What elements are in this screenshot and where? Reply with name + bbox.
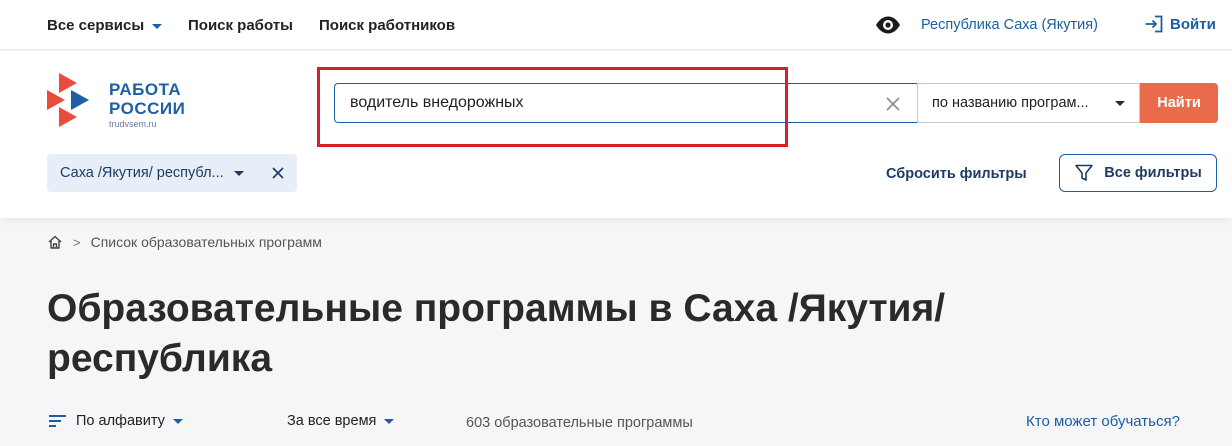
job-search-link[interactable]: Поиск работы: [188, 17, 293, 34]
breadcrumb-separator: >: [73, 234, 81, 250]
all-filters-label: Все фильтры: [1104, 165, 1202, 181]
region-filter-label: Саха /Якутия/ республ...: [60, 165, 224, 181]
all-services-label: Все сервисы: [47, 17, 145, 34]
region-filter-chip[interactable]: Саха /Якутия/ республ...: [47, 154, 297, 192]
sort-bar: По алфавиту За все время 603 образовател…: [0, 410, 1232, 438]
clear-search-icon[interactable]: [885, 96, 901, 112]
sort-select[interactable]: По алфавиту: [48, 413, 183, 429]
all-services-menu[interactable]: Все сервисы: [47, 17, 163, 34]
region-selector-link[interactable]: Республика Саха (Якутия): [921, 17, 1098, 33]
search-input-value: водитель внедорожных: [350, 94, 524, 111]
search-mode-value: по названию програм...: [932, 95, 1089, 111]
filter-funnel-icon: [1075, 164, 1094, 181]
reset-filters-link[interactable]: Сбросить фильтры: [886, 166, 1027, 182]
logo-line-1: РАБОТА: [109, 80, 182, 99]
chevron-down-icon: [1115, 101, 1125, 106]
chevron-down-icon: [152, 23, 163, 29]
search-header: РАБОТА РОССИИ trudvsem.ru водитель внедо…: [0, 51, 1232, 218]
search-bar: водитель внедорожных по названию програм…: [334, 83, 1218, 123]
home-icon[interactable]: [47, 234, 63, 250]
period-select[interactable]: За все время: [287, 413, 395, 429]
login-button[interactable]: Войти: [1144, 15, 1216, 33]
logo-domain: trudvsem.ru: [109, 119, 157, 129]
chevron-down-icon: [384, 418, 395, 424]
all-filters-button[interactable]: Все фильтры: [1059, 154, 1217, 192]
sort-label: По алфавиту: [76, 413, 165, 429]
who-can-study-link[interactable]: Кто может обучаться?: [1026, 413, 1180, 430]
rabota-rossii-logo-icon: [47, 73, 89, 127]
chevron-down-icon: [172, 418, 183, 424]
login-label: Войти: [1170, 15, 1216, 33]
period-label: За все время: [287, 413, 377, 429]
site-logo[interactable]: РАБОТА РОССИИ trudvsem.ru: [47, 73, 185, 129]
page-title: Образовательные программы в Саха /Якутия…: [47, 287, 946, 380]
eye-icon[interactable]: [875, 15, 901, 35]
top-navigation-bar: Все сервисы Поиск работы Поиск работнико…: [0, 0, 1232, 50]
breadcrumb-current: Список образовательных программ: [90, 234, 322, 250]
search-input[interactable]: водитель внедорожных: [334, 83, 917, 123]
chevron-down-icon: [233, 170, 244, 176]
search-mode-select[interactable]: по названию програм...: [917, 83, 1140, 123]
logo-line-2: РОССИИ: [109, 99, 186, 118]
results-count: 603 образовательные программы: [466, 415, 693, 431]
remove-filter-icon[interactable]: [271, 166, 285, 180]
login-icon: [1145, 15, 1163, 33]
search-submit-button[interactable]: Найти: [1140, 83, 1218, 123]
worker-search-link[interactable]: Поиск работников: [319, 17, 455, 34]
breadcrumb: > Список образовательных программ: [47, 234, 322, 250]
sort-lines-icon: [49, 415, 66, 427]
logo-text: РАБОТА РОССИИ trudvsem.ru: [109, 80, 185, 129]
